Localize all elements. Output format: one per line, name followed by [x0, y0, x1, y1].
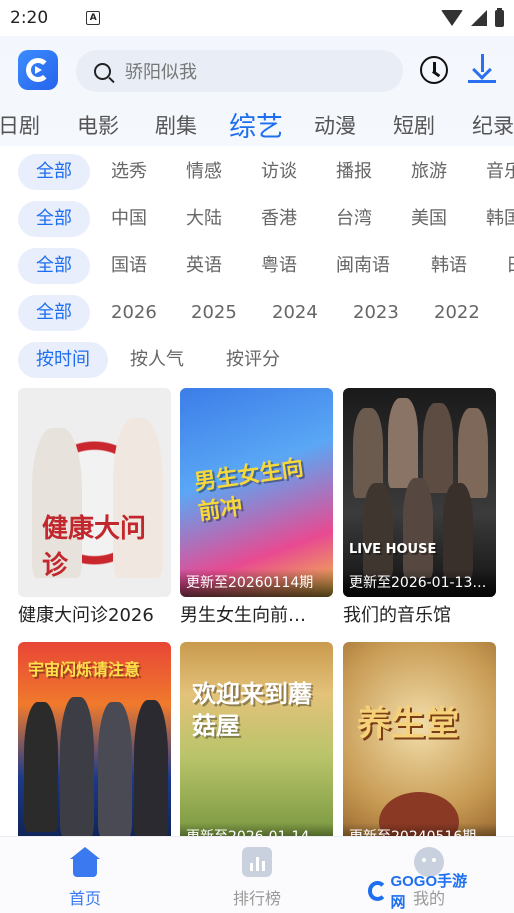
home-icon — [70, 847, 100, 877]
category-tabs: 日剧 电影 剧集 综艺 动漫 短剧 纪录 — [0, 104, 514, 144]
chip-type[interactable]: 音乐 — [486, 154, 514, 190]
tab-japanese-drama[interactable]: 日剧 — [0, 110, 40, 140]
chip-type[interactable]: 旅游 — [411, 154, 447, 190]
nav-home[interactable]: 首页 — [40, 847, 130, 909]
media-card[interactable]: 养生堂 更新至20240516期 — [343, 642, 496, 855]
poster-image: 男生女生向前冲 更新至20260114期 — [180, 388, 333, 597]
download-icon[interactable] — [468, 54, 496, 84]
filter-row-year: 全部 2026 2025 2024 2023 2022 — [0, 291, 514, 331]
wifi-icon — [441, 10, 463, 26]
tab-anime[interactable]: 动漫 — [314, 110, 356, 140]
card-title: 我们的音乐馆 — [343, 605, 451, 626]
poster-text: LIVE HOUSE — [349, 542, 437, 557]
card-title: 健康大问诊2026 — [18, 605, 154, 626]
search-placeholder: 骄阳似我 — [125, 62, 197, 83]
tab-short-drama[interactable]: 短剧 — [393, 110, 435, 140]
chip-language[interactable]: 日语 — [506, 248, 514, 284]
chip-region[interactable]: 韩国 — [486, 201, 514, 237]
chip-type-all[interactable]: 全部 — [18, 154, 90, 190]
nav-ranking-label: 排行榜 — [232, 889, 281, 908]
search-icon — [94, 62, 111, 80]
poster-text: 男生女生向前冲 — [192, 455, 306, 526]
status-icons — [441, 7, 504, 27]
chip-type[interactable]: 情感 — [186, 154, 222, 190]
poster-image: LIVE HOUSE 更新至2026-01-13… — [343, 388, 496, 597]
chip-sort-time[interactable]: 按时间 — [18, 342, 108, 378]
battery-icon — [495, 7, 504, 27]
poster-text: 养生堂 — [357, 704, 459, 744]
chip-year[interactable]: 2022 — [434, 295, 480, 331]
status-time: 2:20 — [10, 8, 49, 28]
chip-type[interactable]: 访谈 — [261, 154, 297, 190]
ranking-icon — [242, 847, 272, 877]
chip-language[interactable]: 韩语 — [431, 248, 467, 284]
chip-year[interactable]: 2025 — [191, 295, 237, 331]
media-card[interactable]: 健康大问诊 健康大问诊2026 — [18, 388, 171, 627]
chip-year[interactable]: 2026 — [111, 295, 157, 331]
poster-text: 健康大问诊 — [42, 514, 147, 581]
chip-region[interactable]: 美国 — [411, 201, 447, 237]
chip-year[interactable]: 2023 — [353, 295, 399, 331]
filter-row-sort: 按时间 按人气 按评分 — [0, 338, 514, 378]
tab-series[interactable]: 剧集 — [155, 110, 197, 140]
notification-icon: A — [86, 11, 101, 25]
chip-sort-popularity[interactable]: 按人气 — [130, 342, 184, 378]
chip-type[interactable]: 播报 — [336, 154, 372, 190]
chip-type[interactable]: 选秀 — [111, 154, 147, 190]
media-card[interactable]: 宇宙闪烁请注意 — [18, 642, 171, 855]
poster-image: 养生堂 更新至20240516期 — [343, 642, 496, 851]
status-bar: 2:20 A — [0, 0, 514, 36]
app-logo-icon[interactable] — [18, 50, 58, 90]
history-icon[interactable] — [420, 56, 448, 84]
watermark-logo: GOGO手游网 — [368, 873, 478, 911]
poster-text: 欢迎来到蘑菇屋 — [192, 680, 312, 740]
watermark-g-icon — [368, 881, 388, 901]
chip-sort-rating[interactable]: 按评分 — [226, 342, 280, 378]
card-title: 男生女生向前… — [180, 605, 306, 626]
tab-documentary[interactable]: 纪录 — [472, 110, 514, 140]
chip-region-all[interactable]: 全部 — [18, 201, 90, 237]
nav-ranking[interactable]: 排行榜 — [212, 847, 302, 909]
poster-caption: 更新至2026-01-13… — [343, 569, 496, 597]
poster-text: 宇宙闪烁请注意 — [28, 660, 141, 679]
signal-icon — [471, 10, 487, 26]
media-card[interactable]: 男生女生向前冲 更新至20260114期 男生女生向前… — [180, 388, 333, 627]
chip-language[interactable]: 粤语 — [261, 248, 297, 284]
chip-region[interactable]: 中国 — [111, 201, 147, 237]
chip-language-all[interactable]: 全部 — [18, 248, 90, 284]
chip-year-all[interactable]: 全部 — [18, 295, 90, 331]
filter-row-type: 全部 选秀 情感 访谈 播报 旅游 音乐 — [0, 150, 514, 190]
filter-row-region: 全部 中国 大陆 香港 台湾 美国 韩国 — [0, 197, 514, 237]
media-card[interactable]: LIVE HOUSE 更新至2026-01-13… 我们的音乐馆 — [343, 388, 496, 627]
filter-row-language: 全部 国语 英语 粤语 闽南语 韩语 日语 — [0, 244, 514, 284]
chip-year[interactable]: 2024 — [272, 295, 318, 331]
poster-image: 欢迎来到蘑菇屋 更新至2026-01-14 — [180, 642, 333, 851]
poster-image: 健康大问诊 — [18, 388, 171, 597]
chip-region[interactable]: 香港 — [261, 201, 297, 237]
search-bar[interactable]: 骄阳似我 — [76, 50, 403, 92]
tab-movie[interactable]: 电影 — [77, 110, 119, 140]
nav-home-label: 首页 — [68, 889, 101, 908]
poster-image: 宇宙闪烁请注意 — [18, 642, 171, 851]
tab-variety[interactable]: 综艺 — [229, 105, 283, 144]
chip-region[interactable]: 大陆 — [186, 201, 222, 237]
chip-language[interactable]: 闽南语 — [336, 248, 390, 284]
chip-language[interactable]: 国语 — [111, 248, 147, 284]
poster-caption: 更新至20260114期 — [180, 569, 333, 597]
chip-language[interactable]: 英语 — [186, 248, 222, 284]
media-card[interactable]: 欢迎来到蘑菇屋 更新至2026-01-14 — [180, 642, 333, 855]
watermark-text: GOGO手游网 — [390, 873, 468, 911]
chip-region[interactable]: 台湾 — [336, 201, 372, 237]
